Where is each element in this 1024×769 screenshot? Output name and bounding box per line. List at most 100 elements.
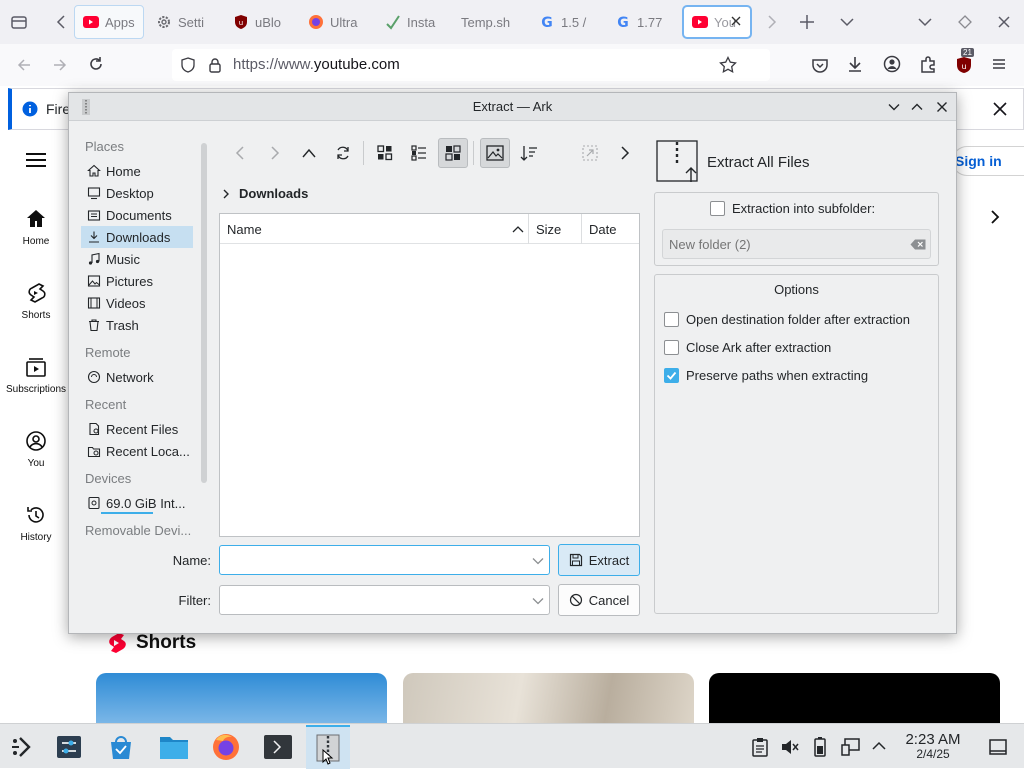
breadcrumb[interactable]: Downloads	[221, 186, 308, 201]
nav-forward-button[interactable]	[259, 138, 289, 168]
system-settings-button[interactable]	[47, 728, 91, 766]
tab-insta[interactable]: Insta	[377, 5, 451, 39]
system-tray-expand-icon[interactable]	[872, 740, 886, 752]
lock-icon[interactable]	[208, 57, 222, 73]
reload-icon[interactable]	[88, 56, 104, 72]
close-ark-checkbox[interactable]	[664, 340, 679, 355]
dialog-titlebar[interactable]: Extract — Ark	[69, 93, 956, 121]
clipboard-icon[interactable]	[751, 737, 769, 757]
place-pictures[interactable]: Pictures	[81, 270, 193, 292]
list-all-tabs-icon[interactable]	[839, 15, 855, 29]
subfolder-name-field[interactable]	[662, 229, 931, 259]
nav-parent-button[interactable]	[294, 138, 324, 168]
tab-youtube[interactable]: You	[682, 5, 752, 39]
place-music[interactable]: Music	[81, 248, 193, 270]
yt-nav-history[interactable]: History	[0, 504, 72, 543]
menu-icon[interactable]	[991, 57, 1007, 71]
nav-back-button[interactable]	[226, 138, 256, 168]
volume-muted-icon[interactable]	[780, 737, 800, 757]
close-tab-icon[interactable]	[730, 15, 742, 27]
window-minimize-icon[interactable]	[917, 15, 933, 29]
account-icon[interactable]	[883, 55, 901, 73]
toolbar-more-button[interactable]	[609, 138, 639, 168]
breadcrumb-current[interactable]: Downloads	[239, 186, 308, 201]
url-bar[interactable]: https://www.youtube.com	[172, 49, 770, 81]
clock[interactable]: 2:23 AM 2/4/25	[893, 732, 973, 762]
column-header-name[interactable]: Name	[220, 214, 529, 244]
pocket-icon[interactable]	[811, 56, 829, 74]
open-destination-checkbox[interactable]	[664, 312, 679, 327]
filename-input[interactable]	[226, 551, 516, 569]
zoom-button[interactable]	[575, 138, 605, 168]
preview-toggle-button[interactable]	[480, 138, 510, 168]
chips-next-icon[interactable]	[989, 209, 1001, 225]
short-thumbnail[interactable]	[709, 673, 1000, 725]
firefox-taskbar-button[interactable]	[204, 728, 248, 766]
chevron-down-icon[interactable]	[532, 557, 544, 565]
place-videos[interactable]: Videos	[81, 292, 193, 314]
tab-ultra[interactable]: Ultra	[300, 5, 372, 39]
preserve-paths-checkbox[interactable]	[664, 368, 679, 383]
short-thumbnail[interactable]	[403, 673, 694, 725]
new-tab-icon[interactable]	[798, 13, 816, 31]
app-launcher-button[interactable]	[0, 728, 44, 766]
bookmark-star-icon[interactable]	[719, 56, 737, 74]
tab-apps[interactable]: Apps	[74, 5, 144, 39]
show-desktop-icon[interactable]	[989, 738, 1007, 756]
downloads-icon[interactable]	[846, 55, 864, 73]
place-trash[interactable]: Trash	[81, 314, 193, 336]
back-icon[interactable]	[16, 57, 32, 73]
yt-nav-subscriptions[interactable]: Subscriptions	[0, 356, 72, 395]
place-home[interactable]: Home	[81, 160, 193, 182]
tab-google-2[interactable]: G 1.77	[607, 5, 677, 39]
icons-view-button[interactable]	[370, 138, 400, 168]
yt-nav-shorts[interactable]: Shorts	[0, 282, 72, 321]
place-internal-drive[interactable]: 69.0 GiB Int...	[81, 492, 196, 514]
battery-icon[interactable]	[813, 736, 827, 758]
chevron-down-icon[interactable]	[532, 597, 544, 605]
tab-settings[interactable]: Setti	[148, 5, 220, 39]
column-header-date[interactable]: Date	[582, 214, 639, 244]
column-header-size[interactable]: Size	[529, 214, 582, 244]
detailed-view-button[interactable]	[438, 138, 468, 168]
filename-combo[interactable]	[219, 545, 550, 575]
dialog-minimize-icon[interactable]	[888, 101, 900, 113]
ublock-extension-icon[interactable]: u 21	[954, 48, 974, 75]
filter-combo[interactable]	[219, 585, 550, 615]
tracking-shield-icon[interactable]	[180, 57, 196, 73]
place-downloads[interactable]: Downloads	[81, 226, 193, 248]
short-thumbnail[interactable]	[96, 673, 387, 725]
network-wired-icon[interactable]	[841, 737, 861, 757]
tab-google-1[interactable]: G 1.5 /	[531, 5, 601, 39]
place-recent-files[interactable]: Recent Files	[81, 418, 193, 440]
discover-button[interactable]	[99, 728, 143, 766]
yt-nav-home[interactable]: Home	[0, 208, 72, 247]
ark-taskbar-button[interactable]	[306, 725, 350, 769]
dialog-maximize-icon[interactable]	[911, 101, 923, 113]
place-documents[interactable]: Documents	[81, 204, 193, 226]
subfolder-input[interactable]	[669, 236, 899, 252]
firefox-view-icon[interactable]	[10, 13, 28, 31]
cancel-button[interactable]: Cancel	[558, 584, 640, 616]
tab-ublock[interactable]: u uBlo	[225, 5, 295, 39]
file-list-view[interactable]: Name Size Date	[219, 213, 640, 537]
compact-view-button[interactable]	[404, 138, 434, 168]
window-close-icon[interactable]	[997, 15, 1011, 29]
yt-nav-you[interactable]: You	[0, 430, 72, 469]
place-network[interactable]: Network	[81, 366, 193, 388]
extensions-icon[interactable]	[919, 55, 937, 73]
window-maximize-icon[interactable]	[958, 15, 972, 29]
reload-button[interactable]	[328, 138, 358, 168]
tab-temp-sh[interactable]: Temp.sh	[453, 5, 527, 39]
youtube-menu-icon[interactable]	[26, 152, 46, 168]
forward-icon[interactable]	[52, 57, 68, 73]
scroll-tabs-left-icon[interactable]	[55, 14, 69, 30]
place-desktop[interactable]: Desktop	[81, 182, 193, 204]
scroll-tabs-right-icon[interactable]	[764, 14, 778, 30]
subfolder-checkbox[interactable]	[710, 201, 725, 216]
sort-button[interactable]	[514, 138, 544, 168]
notification-close-icon[interactable]	[992, 101, 1008, 117]
dialog-close-icon[interactable]	[936, 101, 948, 113]
place-recent-locations[interactable]: Recent Loca...	[81, 440, 196, 462]
places-scrollbar[interactable]	[201, 143, 207, 483]
